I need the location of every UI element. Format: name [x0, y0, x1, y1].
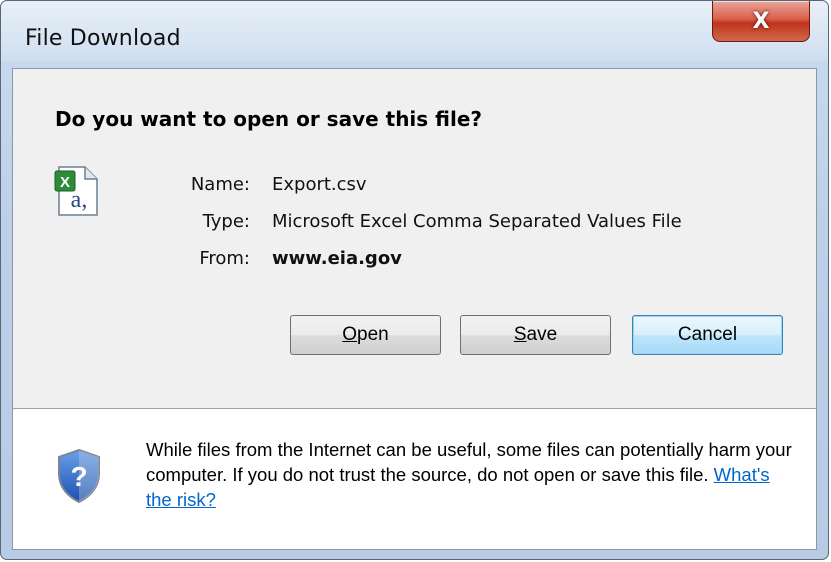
- file-source-value: www.eia.gov: [272, 248, 402, 269]
- excel-csv-file-icon: X a,: [53, 165, 101, 217]
- svg-text:?: ?: [70, 461, 87, 492]
- security-warning-text: While files from the Internet can be use…: [146, 437, 796, 512]
- save-button-label: ave: [526, 324, 558, 345]
- warning-message: While files from the Internet can be use…: [146, 439, 792, 485]
- cancel-button-label: Cancel: [677, 324, 738, 345]
- close-icon: X: [752, 8, 770, 34]
- name-label: Name:: [190, 174, 250, 195]
- open-button-mnemonic: O: [342, 324, 358, 345]
- file-type-value: Microsoft Excel Comma Separated Values F…: [272, 211, 682, 232]
- open-button[interactable]: Open: [290, 315, 441, 355]
- dialog-question: Do you want to open or save this file?: [55, 107, 483, 131]
- save-button-mnemonic: S: [513, 324, 527, 345]
- dialog-body: Do you want to open or save this file? X…: [12, 68, 817, 550]
- title-bar[interactable]: File Download X: [1, 1, 828, 59]
- svg-text:X: X: [60, 174, 70, 191]
- security-shield-question-icon: ?: [55, 448, 103, 504]
- security-warning-panel: ? While files from the Internet can be u…: [13, 410, 816, 549]
- file-download-window: File Download X Do you want to open or s…: [0, 0, 829, 560]
- svg-text:a,: a,: [71, 187, 88, 213]
- close-button[interactable]: X: [712, 1, 810, 42]
- file-name-value: Export.csv: [272, 174, 367, 195]
- save-button[interactable]: Save: [460, 315, 611, 355]
- window-title: File Download: [25, 26, 181, 51]
- from-label: From:: [199, 248, 250, 269]
- type-label: Type:: [202, 211, 250, 232]
- open-button-label: pen: [357, 324, 389, 345]
- cancel-button[interactable]: Cancel: [632, 315, 783, 355]
